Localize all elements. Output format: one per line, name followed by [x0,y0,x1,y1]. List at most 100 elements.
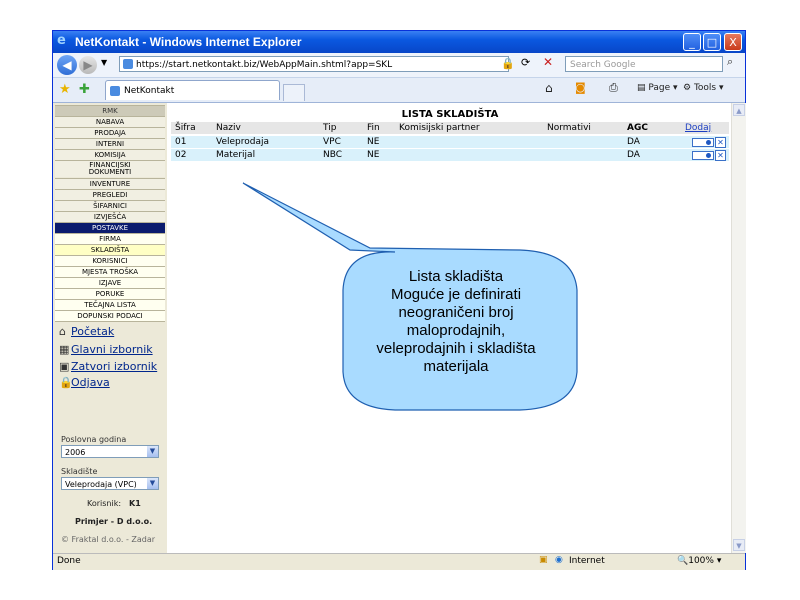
sidebar-item-izvjesca[interactable]: IZVJEŠĆA [55,211,165,222]
minimize-button[interactable]: _ [683,33,701,51]
table-row[interactable]: 01 Veleprodaja VPC NE DA ✕ [171,136,729,148]
url-input[interactable]: https://start.netkontakt.biz/WebAppMain.… [119,56,509,72]
link-pocetak[interactable]: ⌂ Početak [59,325,114,338]
sidebar-item-dokumenti[interactable]: DOKUMENTI [55,168,165,177]
sidebar-item-komisija[interactable]: KOMISIJA [55,149,165,160]
year-value: 2006 [65,448,86,457]
sidebar-item-izjave[interactable]: IZJAVE [55,277,165,288]
sidebar-item-korisnici[interactable]: KORISNICI [55,255,165,266]
refresh-icon[interactable]: ⟳ [521,56,530,69]
year-select[interactable]: 2006 ▼ [61,445,159,458]
close-button[interactable]: X [724,33,742,51]
zoom-control[interactable]: 🔍100% ▾ [677,556,721,566]
add-link[interactable]: Dodaj [685,123,711,133]
tab-label: NetKontakt [124,86,175,96]
tools-menu-label: Tools [693,83,717,93]
zoom-icon: 🔍 [677,556,689,566]
company-name: Primjer - D d.o.o. [75,517,153,526]
cell-tip: NBC [323,150,343,160]
feeds-icon[interactable]: ◙ [575,81,586,94]
title-bar: e NetKontakt - Windows Internet Explorer… [53,31,745,53]
header-fin: Fin [367,123,380,133]
url-text: https://start.netkontakt.biz/WebAppMain.… [136,60,393,70]
user-value: K1 [129,499,141,508]
cell-naziv: Materijal [216,150,256,160]
history-dropdown-icon[interactable]: ▼ [101,58,107,67]
edit-toggle-icon[interactable] [692,138,714,147]
sidebar-item-skladista[interactable]: SKLADIŠTA [55,244,165,255]
warehouse-value: Veleprodaja (VPC) [65,480,137,489]
warehouse-select[interactable]: Veleprodaja (VPC) ▼ [61,477,159,490]
home-icon[interactable]: ⌂ [545,81,553,95]
cell-naziv: Veleprodaja [216,137,269,147]
page-menu[interactable]: ▤ Page ▾ [637,83,678,93]
globe-icon: ◉ [555,555,563,565]
warehouse-label: Skladište [61,467,98,476]
back-button[interactable]: ◀ [57,55,77,75]
tabs-bar: ★ ✚ NetKontakt ⌂ ◙ ⎙ ▤ Page ▾ ⚙ Tools ▾ [53,78,745,103]
maximize-button[interactable]: □ [703,33,721,51]
zoom-level: 100% [688,556,714,566]
cell-sifra: 02 [175,150,187,160]
table-row[interactable]: 02 Materijal NBC NE DA ✕ [171,149,729,161]
callout-text: Lista skladišta Moguće je definirati neo… [345,268,567,376]
cell-fin: NE [367,137,380,147]
edit-toggle-icon[interactable] [692,151,714,160]
add-favorites-icon[interactable]: ✚ [79,82,90,97]
year-label: Poslovna godina [61,435,127,444]
sidebar-item-mjesta-troska[interactable]: MJESTA TROŠKA [55,266,165,277]
copyright-footer: © Fraktal d.o.o. - Zadar [61,535,156,544]
scroll-up-icon[interactable]: ▲ [733,104,745,116]
chevron-down-icon: ▼ [147,446,158,457]
status-bar: Done ▣ ◉ Internet 🔍100% ▾ [53,553,745,570]
lock-link-icon: 🔒 [59,376,73,389]
delete-icon[interactable]: ✕ [715,150,726,161]
sidebar-header: RMK [55,105,165,116]
sidebar-item-firma[interactable]: FIRMA [55,233,165,244]
header-agc: AGC [627,123,648,133]
sidebar-item-tecajna-lista[interactable]: TEČAJNA LISTA [55,299,165,310]
scroll-down-icon[interactable]: ▼ [733,539,745,551]
search-input[interactable]: Search Google [565,56,723,72]
sidebar-item-dopunski-podaci[interactable]: DOPUNSKI PODACI [55,310,165,322]
page-icon [123,59,133,69]
sidebar-item-sifarnici[interactable]: ŠIFARNICI [55,200,165,211]
protected-mode-icon: ▣ [539,555,548,565]
link-zatvori-izbornik[interactable]: ▣ Zatvori izbornik [59,360,157,373]
delete-icon[interactable]: ✕ [715,137,726,148]
sidebar-item-pregledi[interactable]: PREGLEDI [55,189,165,200]
cell-tip: VPC [323,137,341,147]
link-odjava-label: Odjava [71,376,110,389]
sidebar: RMK NABAVA PRODAJA INTERNI KOMISIJA FINA… [53,103,167,553]
link-zatvori-izbornik-label: Zatvori izbornik [71,360,158,373]
home-link-icon: ⌂ [59,325,66,338]
tab-netkontakt[interactable]: NetKontakt [105,80,280,100]
sidebar-item-postavke[interactable]: POSTAVKE [55,222,165,233]
cell-agc: DA [627,150,640,160]
callout-line: Lista skladišta [408,268,504,285]
forward-button[interactable]: ▶ [79,56,97,74]
sidebar-item-inventure[interactable]: INVENTURE [55,178,165,189]
print-icon[interactable]: ⎙ [609,81,618,95]
link-glavni-izbornik[interactable]: ▦ Glavni izbornik [59,343,153,356]
sidebar-item-interni[interactable]: INTERNI [55,138,165,149]
menu-link-icon: ▦ [59,343,70,356]
window-title: NetKontakt - Windows Internet Explorer [75,35,302,49]
tools-gear-icon: ⚙ [683,83,694,93]
lock-icon[interactable]: 🔒 [501,57,515,70]
tools-menu[interactable]: ⚙ Tools ▾ [683,83,724,93]
sidebar-item-poruke[interactable]: PORUKE [55,288,165,299]
search-placeholder: Search Google [570,60,636,70]
new-tab-button[interactable] [283,84,305,101]
cell-fin: NE [367,150,380,160]
stop-icon[interactable]: ✕ [543,55,553,69]
search-icon[interactable]: ⌕ [727,55,733,69]
tab-page-icon [110,86,120,96]
sidebar-item-prodaja[interactable]: PRODAJA [55,127,165,138]
link-odjava[interactable]: 🔒Odjava [59,376,110,389]
header-naziv: Naziv [216,123,241,133]
vertical-scrollbar[interactable]: ▲ ▼ [731,103,746,553]
favorites-star-icon[interactable]: ★ [59,82,71,97]
sidebar-item-nabava[interactable]: NABAVA [55,116,165,127]
status-text: Done [57,556,81,566]
